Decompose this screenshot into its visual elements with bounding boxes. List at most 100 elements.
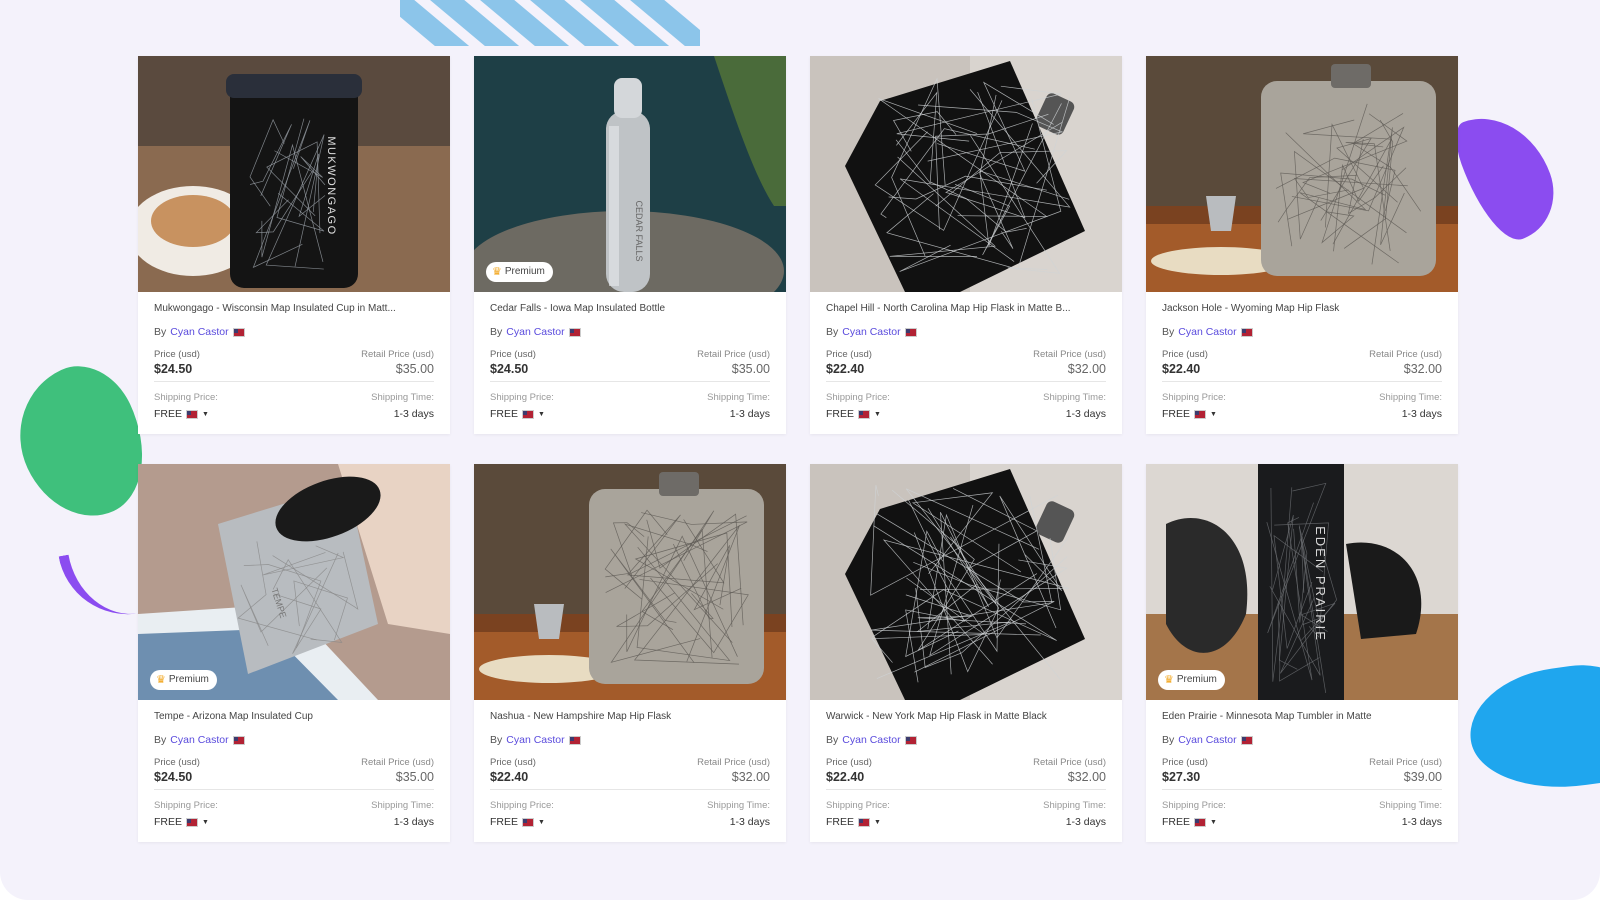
by-label: By <box>1162 326 1175 338</box>
svg-text:CEDAR FALLS: CEDAR FALLS <box>634 200 644 261</box>
by-label: By <box>154 734 167 746</box>
caret-down-icon: ▼ <box>874 818 881 826</box>
shipping-price-label: Shipping Price: <box>1162 800 1226 811</box>
product-photo: TEMPE <box>138 464 450 700</box>
price-row: Price (usd) $22.40 Retail Price (usd) $3… <box>1162 349 1442 376</box>
shipping-time-label: Shipping Time: <box>1379 392 1442 403</box>
premium-badge: ♛ Premium <box>486 262 553 282</box>
price-label: Price (usd) <box>1162 757 1208 768</box>
product-photo <box>810 56 1122 292</box>
premium-badge: ♛ Premium <box>1158 670 1225 690</box>
product-card[interactable]: MUKWONGAGO ♛ Mukwongago - Wisconsin Map … <box>138 56 450 434</box>
product-image[interactable]: CEDAR FALLS ♛ Premium <box>474 56 786 292</box>
product-card[interactable]: TEMPE ♛ Premium Tempe - Arizona Map Insu… <box>138 464 450 842</box>
decorative-blob-purple-right <box>1448 100 1568 250</box>
shipping-time-value: 1-3 days <box>393 816 434 828</box>
shipping-time-label: Shipping Time: <box>1043 800 1106 811</box>
price-row: Price (usd) $27.30 Retail Price (usd) $3… <box>1162 757 1442 784</box>
us-flag-icon <box>186 817 199 827</box>
divider <box>826 789 1106 790</box>
us-flag-icon <box>232 327 245 337</box>
product-title[interactable]: Tempe - Arizona Map Insulated Cup <box>154 711 434 725</box>
shipping-price-value: FREE <box>154 408 183 420</box>
divider <box>490 789 770 790</box>
us-flag-icon <box>568 327 581 337</box>
retail-price-label: Retail Price (usd) <box>1369 757 1442 768</box>
shipping-price-value: FREE <box>154 816 183 828</box>
shipping-price-value: FREE <box>826 816 855 828</box>
product-image[interactable]: ♛ <box>810 56 1122 292</box>
shipping-time-label: Shipping Time: <box>371 392 434 403</box>
retail-price-label: Retail Price (usd) <box>697 349 770 360</box>
product-title[interactable]: Nashua - New Hampshire Map Hip Flask <box>490 711 770 725</box>
caret-down-icon: ▼ <box>202 818 209 826</box>
product-image[interactable]: TEMPE ♛ Premium <box>138 464 450 700</box>
product-photo <box>474 464 786 700</box>
shipping-time-label: Shipping Time: <box>1043 392 1106 403</box>
price-label: Price (usd) <box>1162 349 1208 360</box>
seller-line: By Cyan Castor <box>826 325 1106 339</box>
shipping-dropdown[interactable]: FREE ▼ <box>826 816 890 828</box>
product-image[interactable]: ♛ <box>474 464 786 700</box>
shipping-dropdown[interactable]: FREE ▼ <box>490 408 554 420</box>
us-flag-icon <box>522 409 535 419</box>
product-card[interactable]: EDEN PRAIRIE ♛ Premium Eden Prairie - Mi… <box>1146 464 1458 842</box>
shipping-dropdown[interactable]: FREE ▼ <box>1162 408 1226 420</box>
shipping-price-label: Shipping Price: <box>154 800 218 811</box>
price-row: Price (usd) $24.50 Retail Price (usd) $3… <box>154 757 434 784</box>
product-card[interactable]: ♛ Jackson Hole - Wyoming Map Hip Flask B… <box>1146 56 1458 434</box>
retail-price-label: Retail Price (usd) <box>1033 757 1106 768</box>
shipping-price-label: Shipping Price: <box>826 800 890 811</box>
by-label: By <box>826 326 839 338</box>
shipping-price-label: Shipping Price: <box>490 800 554 811</box>
shipping-time-value: 1-3 days <box>393 408 434 420</box>
product-image[interactable]: ♛ <box>810 464 1122 700</box>
crown-icon: ♛ <box>156 674 166 686</box>
price-row: Price (usd) $22.40 Retail Price (usd) $3… <box>826 349 1106 376</box>
us-flag-icon <box>904 735 917 745</box>
product-card[interactable]: ♛ Chapel Hill - North Carolina Map Hip F… <box>810 56 1122 434</box>
shipping-price-label: Shipping Price: <box>1162 392 1226 403</box>
shipping-dropdown[interactable]: FREE ▼ <box>826 408 890 420</box>
shipping-row: Shipping Price: FREE ▼ Shipping Time: 1-… <box>826 800 1106 828</box>
us-flag-icon <box>568 735 581 745</box>
product-card[interactable]: CEDAR FALLS ♛ Premium Cedar Falls - Iowa… <box>474 56 786 434</box>
product-title[interactable]: Eden Prairie - Minnesota Map Tumbler in … <box>1162 711 1442 725</box>
seller-link[interactable]: Cyan Castor <box>842 734 900 746</box>
product-image[interactable]: MUKWONGAGO ♛ <box>138 56 450 292</box>
shipping-dropdown[interactable]: FREE ▼ <box>1162 816 1226 828</box>
product-card[interactable]: ♛ Nashua - New Hampshire Map Hip Flask B… <box>474 464 786 842</box>
product-image[interactable]: ♛ <box>1146 56 1458 292</box>
product-title[interactable]: Cedar Falls - Iowa Map Insulated Bottle <box>490 303 770 317</box>
retail-price-value: $35.00 <box>731 362 770 376</box>
shipping-time-value: 1-3 days <box>1401 816 1442 828</box>
seller-link[interactable]: Cyan Castor <box>1178 326 1236 338</box>
shipping-row: Shipping Price: FREE ▼ Shipping Time: 1-… <box>490 392 770 420</box>
product-image[interactable]: EDEN PRAIRIE ♛ Premium <box>1146 464 1458 700</box>
price-value: $24.50 <box>490 362 529 376</box>
seller-link[interactable]: Cyan Castor <box>170 326 228 338</box>
shipping-dropdown[interactable]: FREE ▼ <box>154 408 218 420</box>
product-title[interactable]: Chapel Hill - North Carolina Map Hip Fla… <box>826 303 1106 317</box>
retail-price-label: Retail Price (usd) <box>361 349 434 360</box>
product-photo <box>1146 56 1458 292</box>
product-title[interactable]: Warwick - New York Map Hip Flask in Matt… <box>826 711 1106 725</box>
seller-link[interactable]: Cyan Castor <box>506 734 564 746</box>
product-title[interactable]: Jackson Hole - Wyoming Map Hip Flask <box>1162 303 1442 317</box>
divider <box>490 381 770 382</box>
shipping-dropdown[interactable]: FREE ▼ <box>490 816 554 828</box>
shipping-time-value: 1-3 days <box>729 408 770 420</box>
caret-down-icon: ▼ <box>538 410 545 418</box>
price-value: $24.50 <box>154 362 193 376</box>
seller-line: By Cyan Castor <box>1162 733 1442 747</box>
product-title[interactable]: Mukwongago - Wisconsin Map Insulated Cup… <box>154 303 434 317</box>
retail-price-label: Retail Price (usd) <box>697 757 770 768</box>
seller-link[interactable]: Cyan Castor <box>1178 734 1236 746</box>
product-card[interactable]: ♛ Warwick - New York Map Hip Flask in Ma… <box>810 464 1122 842</box>
seller-link[interactable]: Cyan Castor <box>170 734 228 746</box>
seller-link[interactable]: Cyan Castor <box>842 326 900 338</box>
shipping-dropdown[interactable]: FREE ▼ <box>154 816 218 828</box>
seller-link[interactable]: Cyan Castor <box>506 326 564 338</box>
page-canvas: MUKWONGAGO ♛ Mukwongago - Wisconsin Map … <box>0 0 1600 900</box>
price-value: $22.40 <box>490 770 529 784</box>
